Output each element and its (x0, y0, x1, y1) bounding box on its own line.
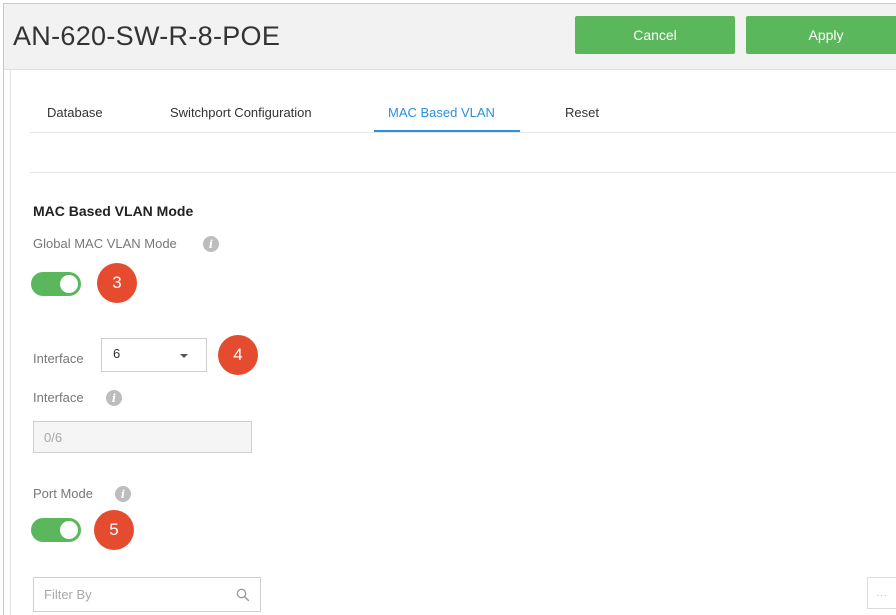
interface-select-label: Interface (33, 351, 84, 366)
page-header: AN-620-SW-R-8-POE Cancel Apply (4, 4, 896, 70)
tab-reset[interactable]: Reset (565, 105, 599, 120)
port-mode-label: Port Mode (33, 486, 93, 501)
page-title: AN-620-SW-R-8-POE (13, 21, 281, 51)
search-icon[interactable] (236, 588, 250, 602)
tab-bar: Database Switchport Configuration MAC Ba… (30, 97, 896, 133)
more-options-button[interactable]: ... (867, 577, 896, 609)
step-badge: 5 (94, 510, 134, 550)
tab-database[interactable]: Database (47, 105, 103, 120)
toggle-knob (60, 521, 78, 539)
cancel-button[interactable]: Cancel (575, 16, 735, 54)
active-tab-indicator (374, 130, 520, 132)
filter-box (33, 577, 261, 612)
step-badge: 4 (218, 335, 258, 375)
apply-button[interactable]: Apply (746, 16, 896, 54)
section-title: MAC Based VLAN Mode (33, 203, 194, 219)
interface-readonly-label: Interface (33, 390, 84, 405)
info-icon[interactable]: i (106, 390, 122, 406)
interface-readonly-field: 0/6 (33, 421, 252, 453)
tab-switchport-configuration[interactable]: Switchport Configuration (170, 105, 312, 120)
info-icon[interactable]: i (203, 236, 219, 252)
section-divider (30, 172, 896, 173)
toggle-knob (60, 275, 78, 293)
tab-mac-based-vlan[interactable]: MAC Based VLAN (388, 105, 495, 120)
port-mode-toggle[interactable] (31, 518, 81, 542)
step-badge: 3 (97, 263, 137, 303)
chevron-down-icon (180, 354, 188, 358)
info-icon[interactable]: i (115, 486, 131, 502)
filter-input[interactable] (34, 578, 224, 611)
global-mac-vlan-mode-label: Global MAC VLAN Mode (33, 236, 177, 251)
interface-dropdown-value: 6 (113, 346, 121, 361)
global-mac-vlan-mode-toggle[interactable] (31, 272, 81, 296)
interface-dropdown[interactable]: 6 (101, 338, 207, 372)
